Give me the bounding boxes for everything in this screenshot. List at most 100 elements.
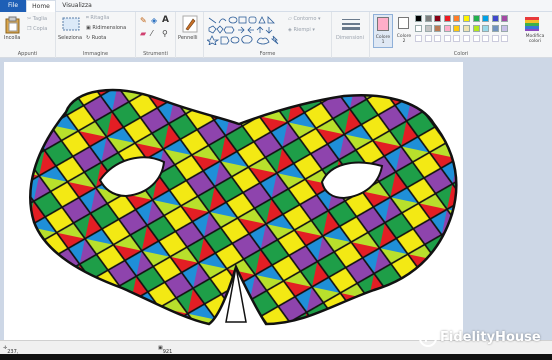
curve-shape-icon bbox=[218, 18, 227, 24]
palette-swatch[interactable] bbox=[443, 25, 451, 32]
palette-swatch[interactable] bbox=[491, 25, 499, 32]
palette-swatch[interactable] bbox=[472, 15, 480, 22]
size-group: Dimensioni bbox=[332, 12, 370, 58]
rainbow-icon bbox=[525, 17, 539, 31]
edit-colors-button[interactable] bbox=[525, 16, 539, 35]
polygon-shape-icon bbox=[208, 25, 217, 34]
rotate-button[interactable]: ↻ Ruota bbox=[86, 35, 106, 41]
palette-swatch[interactable] bbox=[482, 15, 490, 22]
fill-bucket-icon[interactable]: ◈ bbox=[151, 16, 157, 25]
palette-empty-swatch[interactable] bbox=[443, 35, 451, 42]
fill-button[interactable]: ◈ Riempi ▾ bbox=[288, 27, 315, 33]
select-icon bbox=[62, 17, 80, 31]
color1-button[interactable]: Colore 1 bbox=[373, 14, 393, 48]
colors-group-label: Colori bbox=[453, 51, 469, 57]
color-picker-icon[interactable]: ⁄ bbox=[151, 29, 152, 38]
text-tool-icon[interactable]: A bbox=[162, 15, 169, 25]
palette-empty-swatch[interactable] bbox=[463, 35, 470, 42]
watermark-text: FidelityHouse bbox=[440, 330, 541, 345]
outline-label: Contorno bbox=[293, 16, 317, 22]
oval-shape-icon bbox=[228, 16, 238, 24]
resize-button[interactable]: ▣ Ridimensiona bbox=[86, 25, 126, 31]
palette-swatch[interactable] bbox=[453, 15, 461, 22]
palette-empty-swatch[interactable] bbox=[453, 35, 461, 42]
shapes-group-label: Forme bbox=[259, 51, 276, 57]
crop-button[interactable]: ⌗ Ritaglia bbox=[86, 15, 109, 21]
mask-shape bbox=[29, 88, 458, 326]
color2-label: Colore 2 bbox=[396, 34, 412, 44]
outline-button[interactable]: ▱ Contorno ▾ bbox=[288, 16, 320, 22]
cut-label: Taglia bbox=[32, 16, 48, 22]
tab-view[interactable]: Visualizza bbox=[58, 0, 96, 12]
brushes-group: Pennelli bbox=[176, 12, 204, 58]
palette-empty-swatch[interactable] bbox=[424, 35, 432, 42]
copy-button[interactable]: ❐ Copia bbox=[27, 26, 47, 32]
ribbon-tabs: File Home Visualizza bbox=[0, 0, 552, 13]
palette-empty-swatch[interactable] bbox=[491, 35, 499, 42]
palette-swatch[interactable] bbox=[443, 15, 451, 22]
palette-empty-swatch[interactable] bbox=[501, 35, 509, 42]
color1-swatch bbox=[377, 17, 389, 31]
right-triangle-shape-icon bbox=[267, 16, 275, 24]
palette-swatch[interactable] bbox=[491, 15, 499, 22]
cloud-callout-shape-icon bbox=[241, 35, 253, 44]
palette-swatch[interactable] bbox=[434, 15, 442, 22]
select-button[interactable] bbox=[62, 16, 80, 35]
clipboard-group-label: Appunti bbox=[17, 51, 38, 57]
hexagon-shape-icon bbox=[223, 26, 235, 34]
magnifier-icon[interactable]: ⚲ bbox=[162, 29, 168, 38]
drawing-canvas[interactable] bbox=[4, 62, 463, 342]
palette-swatch[interactable] bbox=[453, 25, 461, 32]
palette-swatch[interactable] bbox=[463, 15, 470, 22]
palette-empty-swatch[interactable] bbox=[415, 35, 422, 42]
paint-window: File Home Visualizza Incolla ✂ Taglia ❐ … bbox=[0, 0, 552, 360]
clipboard-icon bbox=[5, 16, 20, 34]
palette-swatch[interactable] bbox=[482, 25, 490, 32]
diamond-shape-icon bbox=[216, 25, 224, 34]
color2-button[interactable]: Colore 2 bbox=[395, 14, 413, 48]
image-group-label: Immagine bbox=[82, 51, 109, 57]
clipboard-group: Incolla ✂ Taglia ❐ Copia Appunti bbox=[0, 12, 56, 58]
resize-label: Ridimensiona bbox=[92, 25, 127, 31]
lightning-shape-icon bbox=[270, 35, 279, 45]
cut-button[interactable]: ✂ Taglia bbox=[27, 16, 47, 22]
triangle-shape-icon bbox=[258, 16, 266, 24]
palette-empty-swatch[interactable] bbox=[434, 35, 442, 42]
line-width-icon bbox=[342, 19, 360, 30]
crop-label: Ritaglia bbox=[90, 15, 110, 21]
palette-swatch[interactable] bbox=[424, 15, 432, 22]
palette-swatch[interactable] bbox=[501, 15, 509, 22]
brushes-button[interactable] bbox=[182, 15, 198, 37]
left-arrow-shape-icon bbox=[247, 26, 254, 34]
pencil-icon[interactable]: ✎ bbox=[140, 16, 147, 25]
ribbon: Incolla ✂ Taglia ❐ Copia Appunti Selezio… bbox=[0, 12, 552, 58]
size-button[interactable] bbox=[342, 17, 360, 36]
palette-empty-swatch[interactable] bbox=[472, 35, 480, 42]
harlequin-mask-drawing bbox=[29, 88, 458, 326]
tools-group: ✎ ◈ A ▰ ⁄ ⚲ Strumenti bbox=[136, 12, 176, 58]
canvas-area bbox=[0, 58, 552, 342]
tools-group-label: Strumenti bbox=[143, 51, 168, 57]
fill-label: Riempi bbox=[293, 27, 311, 33]
cursor-position: ✛ 237, 141 pixel bbox=[3, 345, 18, 360]
eraser-icon[interactable]: ▰ bbox=[140, 29, 146, 38]
palette-swatch[interactable] bbox=[501, 25, 509, 32]
copy-label: Copia bbox=[33, 26, 48, 32]
palette-swatch[interactable] bbox=[424, 25, 432, 32]
image-group: Seleziona ⌗ Ritaglia ▣ Ridimensiona ↻ Ru… bbox=[56, 12, 136, 58]
tab-file[interactable]: File bbox=[0, 0, 26, 12]
palette-swatch[interactable] bbox=[415, 25, 422, 32]
callout-shape-icon bbox=[220, 36, 230, 45]
shapes-gallery[interactable] bbox=[207, 15, 283, 45]
rounded-rectangle-shape-icon bbox=[248, 16, 257, 24]
taskbar bbox=[0, 354, 552, 360]
arrow-shape-icon bbox=[238, 26, 245, 34]
palette-swatch[interactable] bbox=[415, 15, 422, 22]
up-arrow-shape-icon bbox=[256, 26, 264, 33]
select-label: Seleziona bbox=[58, 35, 83, 41]
palette-swatch[interactable] bbox=[434, 25, 442, 32]
watermark: f FidelityHouse bbox=[418, 327, 548, 349]
palette-empty-swatch[interactable] bbox=[482, 35, 490, 42]
palette-swatch[interactable] bbox=[463, 25, 470, 32]
palette-swatch[interactable] bbox=[472, 25, 480, 32]
